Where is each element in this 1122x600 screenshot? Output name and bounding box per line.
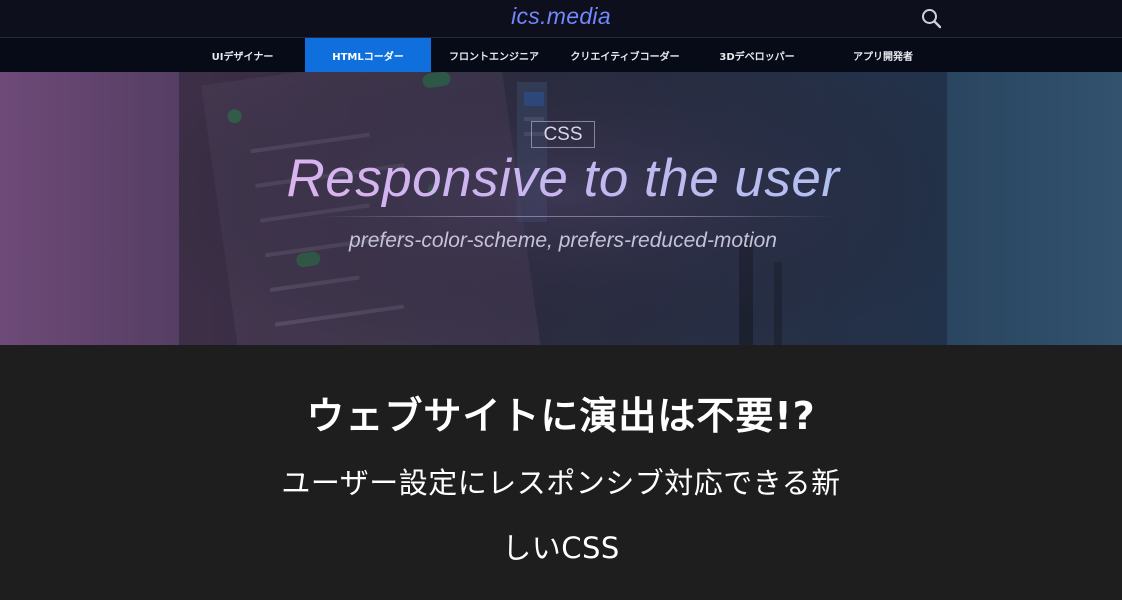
nav-item-label: UIデザイナー <box>211 51 274 63</box>
hero-subtitle: prefers-color-scheme, prefers-reduced-mo… <box>349 229 777 252</box>
nav-item-label: フロントエンジニア <box>449 51 539 63</box>
nav-item-creative-coder[interactable]: クリエイティブコーダー <box>557 38 693 72</box>
article-hero-image[interactable]: CSS Responsive to the user prefers-color… <box>0 72 1122 345</box>
nav-item-html-coder[interactable]: HTMLコーダー <box>305 38 431 72</box>
search-button[interactable] <box>919 6 945 32</box>
nav-item-front-engineer[interactable]: フロントエンジニア <box>431 38 557 72</box>
article-title-line-2[interactable]: ユーザー設定にレスポンシブ対応できる新 <box>0 460 1122 502</box>
hero-side-right <box>947 72 1122 345</box>
nav-item-label: クリエイティブコーダー <box>570 51 680 63</box>
site-header: ics.media <box>0 0 1122 38</box>
site-logo[interactable]: ics.media <box>0 3 1122 30</box>
nav-item-label: HTMLコーダー <box>332 51 404 63</box>
hero-side-left <box>0 72 179 345</box>
site-logo-text[interactable]: ics.media <box>511 3 611 30</box>
search-icon[interactable] <box>919 6 945 32</box>
nav-item-app-developer[interactable]: アプリ開発者 <box>821 38 945 72</box>
nav-item-3d-developer[interactable]: 3Dデベロッパー <box>693 38 821 72</box>
nav-item-ui-designer[interactable]: UIデザイナー <box>180 38 305 72</box>
article-title-line-3[interactable]: しいCSS <box>0 525 1122 567</box>
nav-item-label: 3Dデベロッパー <box>719 51 795 63</box>
hero-category-tag: CSS <box>531 121 595 148</box>
article-title-block: ウェブサイトに演出は不要!? ユーザー設定にレスポンシブ対応できる新 しいCSS <box>0 345 1122 600</box>
category-nav: UIデザイナー HTMLコーダー フロントエンジニア クリエイティブコーダー 3… <box>0 38 1122 72</box>
article-title-line-1[interactable]: ウェブサイトに演出は不要!? <box>0 385 1122 440</box>
hero-divider <box>318 216 836 217</box>
hero-title: Responsive to the user <box>179 146 947 212</box>
hero-category-tag-label: CSS <box>543 123 583 145</box>
nav-item-label: アプリ開発者 <box>853 51 913 63</box>
